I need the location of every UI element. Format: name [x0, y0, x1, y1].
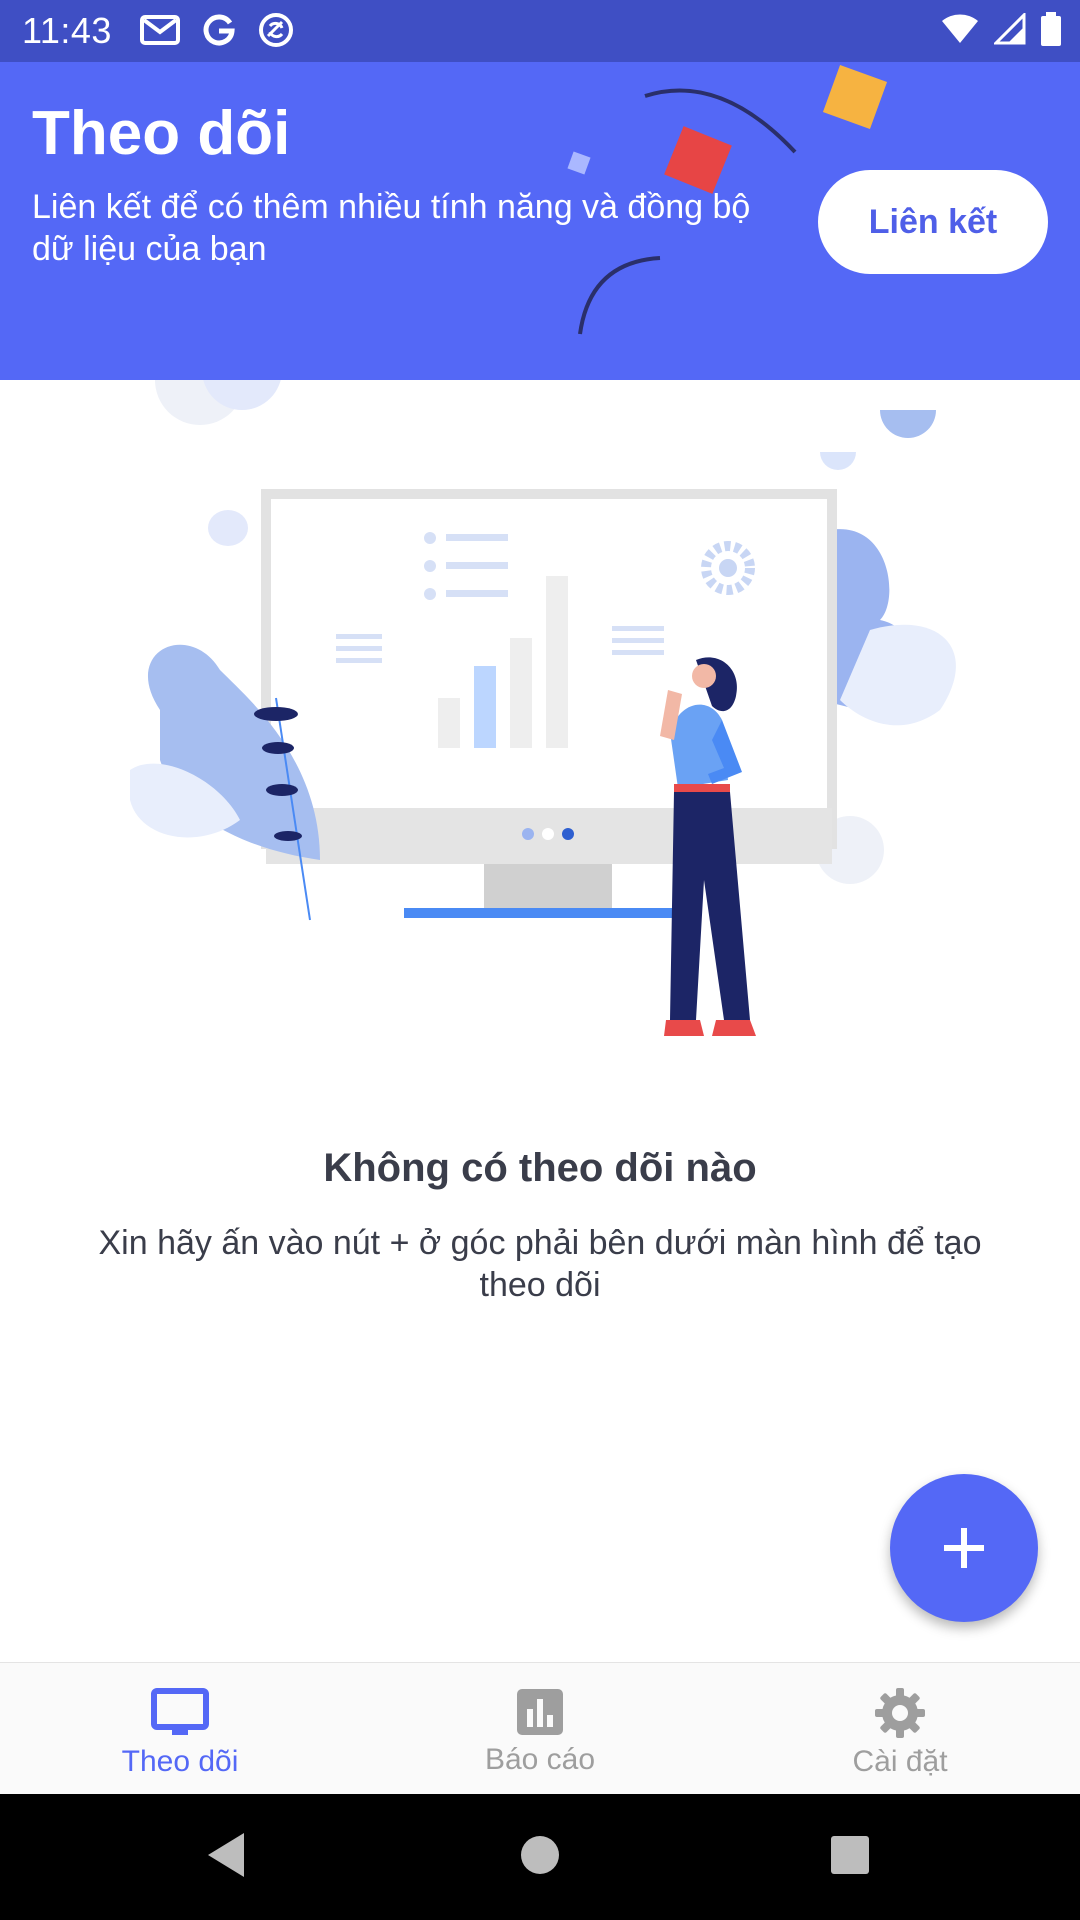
page-title: Theo dõi	[32, 99, 291, 168]
nav-label-bao-cao: Báo cáo	[484, 1743, 596, 1776]
back-icon[interactable]	[204, 1830, 248, 1880]
nav-item-cai-dat[interactable]: Cài đặt	[720, 1663, 1080, 1794]
sync-icon	[259, 13, 293, 47]
plus-icon	[944, 1528, 984, 1568]
signal-icon	[994, 13, 1026, 45]
system-navigation-bar	[0, 1794, 1080, 1920]
nav-item-bao-cao[interactable]: Báo cáo	[360, 1663, 720, 1794]
status-notification-icons	[140, 12, 294, 48]
home-icon[interactable]	[520, 1830, 560, 1880]
status-time: 11:43	[22, 10, 112, 51]
status-system-icons	[940, 12, 1062, 46]
gmail-icon	[140, 15, 180, 45]
nav-label-cai-dat: Cài đặt	[852, 1745, 948, 1778]
header-subtitle: Liên kết để có thêm nhiều tính năng và đ…	[32, 188, 751, 268]
monitor-icon	[151, 1688, 209, 1735]
battery-icon	[1041, 12, 1061, 46]
nav-item-theo-doi[interactable]: Theo dõi	[0, 1663, 360, 1794]
status-bar: 11:43	[0, 0, 1080, 62]
bar-chart-icon	[517, 1689, 563, 1735]
empty-state-description: Xin hãy ấn vào nút + ở góc phải bên dưới…	[98, 1224, 982, 1304]
recents-icon[interactable]	[830, 1830, 870, 1880]
empty-state-title: Không có theo dõi nào	[323, 1146, 757, 1190]
wifi-icon	[942, 14, 978, 44]
link-account-button[interactable]: Liên kết	[818, 170, 1048, 274]
add-tracking-button[interactable]	[890, 1474, 1038, 1622]
nav-label-theo-doi: Theo dõi	[121, 1745, 239, 1778]
header-banner: Theo dõi Liên kết để có thêm nhiều tính …	[0, 62, 1080, 380]
google-icon	[203, 14, 235, 46]
empty-state-illustration	[130, 380, 956, 1036]
bottom-navigation: Theo dõi Báo cáo Cài đặt	[0, 1662, 1080, 1794]
gear-icon	[875, 1688, 925, 1738]
